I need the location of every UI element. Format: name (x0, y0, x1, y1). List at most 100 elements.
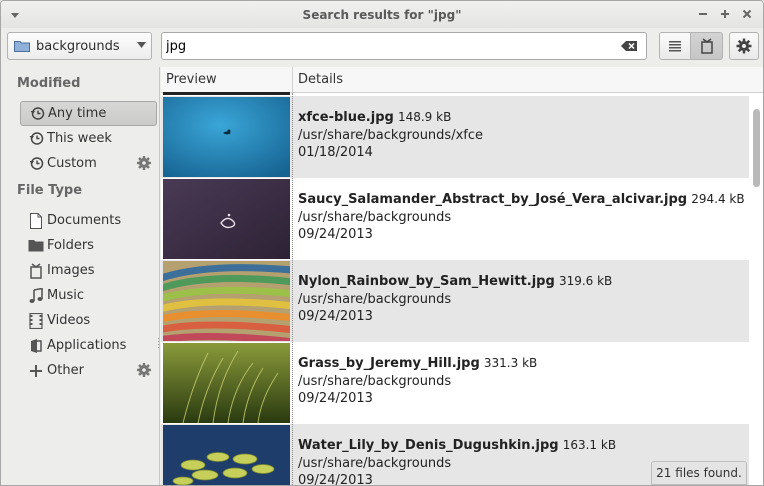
column-separator (292, 93, 293, 485)
search-input[interactable] (166, 38, 618, 54)
list-view-icon (669, 41, 681, 52)
file-date: 09/24/2013 (298, 309, 373, 324)
filter-label: Documents (47, 213, 122, 228)
filter-music[interactable]: Music (20, 283, 157, 308)
filter-this-week[interactable]: This week (20, 126, 157, 151)
preview-thumbnail (163, 343, 290, 423)
result-row[interactable]: Nylon_Rainbow_by_Sam_Hewitt.jpg 319.6 kB… (161, 260, 749, 342)
file-name: Nylon_Rainbow_by_Sam_Hewitt.jpg (298, 274, 555, 289)
history-icon (28, 156, 44, 172)
filter-other[interactable]: Other (20, 358, 157, 383)
file-name: xfce-blue.jpg (298, 110, 394, 125)
result-details: Water_Lily_by_Denis_Dugushkin.jpg 163.1 … (298, 437, 617, 486)
results-list[interactable]: Preview Details xfce-blue.jpg 148.9 kB /… (161, 67, 763, 486)
file-path: /usr/share/backgrounds (298, 291, 452, 307)
video-icon (28, 312, 44, 329)
result-row[interactable]: Grass_by_Jeremy_Hill.jpg 331.3 kB /usr/s… (161, 342, 749, 424)
chevron-down-icon (131, 41, 151, 51)
file-name: Grass_by_Jeremy_Hill.jpg (298, 356, 480, 371)
thumbnail-view-icon (700, 38, 713, 54)
image-icon (28, 262, 44, 279)
window-title: Search results for "jpg" (302, 7, 462, 22)
file-date: 09/24/2013 (298, 391, 373, 406)
filter-custom[interactable]: Custom (20, 151, 157, 176)
filter-label: Images (47, 263, 95, 278)
modified-section-title: Modified (17, 76, 81, 91)
preview-thumbnail (163, 97, 290, 177)
result-row[interactable]: Saucy_Salamander_Abstract_by_José_Vera_a… (161, 178, 749, 260)
filter-videos[interactable]: Videos (20, 308, 157, 333)
file-path: /usr/share/backgrounds (298, 455, 452, 471)
filter-label: Folders (47, 238, 94, 253)
filter-label: Videos (47, 313, 91, 328)
filter-label: This week (47, 131, 112, 146)
thumbnail-view-button[interactable] (691, 32, 723, 60)
filter-documents[interactable]: Documents (20, 208, 157, 233)
filter-any-time[interactable]: Any time (20, 101, 157, 126)
file-size: 163.1 kB (562, 438, 617, 452)
history-icon (29, 106, 45, 122)
maximize-icon[interactable] (717, 4, 733, 24)
filter-folders[interactable]: Folders (20, 233, 157, 258)
file-path: /usr/share/backgrounds/xfce (298, 127, 483, 143)
file-size: 331.3 kB (483, 356, 538, 370)
filter-label: Music (47, 288, 84, 303)
close-icon[interactable] (739, 4, 755, 24)
result-details: Grass_by_Jeremy_Hill.jpg 331.3 kB /usr/s… (298, 355, 537, 408)
results-header: Preview Details (161, 67, 763, 93)
filetype-section-title: File Type (17, 183, 83, 198)
file-date: 09/24/2013 (298, 473, 373, 486)
result-row[interactable]: xfce-blue.jpg 148.9 kB /usr/share/backgr… (161, 96, 749, 178)
location-dropdown[interactable]: backgrounds (7, 32, 152, 60)
file-path: /usr/share/backgrounds (298, 373, 452, 389)
plus-icon (28, 363, 44, 379)
file-path: /usr/share/backgrounds (298, 209, 452, 225)
search-window: Search results for "jpg" backgrounds jpg… (0, 0, 764, 486)
folder-icon (14, 40, 30, 52)
list-view-button[interactable] (659, 32, 691, 60)
preview-thumbnail (163, 425, 290, 485)
file-size: 319.6 kB (558, 274, 613, 288)
drop-indicator (163, 92, 290, 95)
file-name: Water_Lily_by_Denis_Dugushkin.jpg (298, 438, 559, 453)
gear-icon (736, 38, 752, 54)
file-size: 148.9 kB (397, 110, 452, 124)
toolbar: backgrounds (1, 28, 763, 66)
view-mode-toggle (659, 32, 723, 60)
filter-label: Custom (47, 156, 97, 171)
file-date: 01/18/2014 (298, 145, 373, 160)
location-label: backgrounds (36, 38, 120, 54)
folder-icon (28, 238, 44, 254)
clear-search-icon[interactable] (618, 38, 640, 54)
preview-thumbnail (163, 179, 290, 259)
filter-applications[interactable]: Applications (20, 333, 157, 358)
filter-label: Any time (48, 106, 107, 121)
document-icon (28, 212, 44, 229)
search-field[interactable] (161, 32, 647, 60)
filter-label: Applications (47, 338, 127, 353)
result-details: Nylon_Rainbow_by_Sam_Hewitt.jpg 319.6 kB… (298, 273, 612, 326)
scrollbar-thumb[interactable] (753, 109, 760, 187)
preferences-button[interactable] (729, 32, 759, 60)
filter-label: Other (47, 363, 84, 378)
sidebar-resize-handle[interactable] (157, 337, 160, 349)
file-size: 294.4 kB (691, 192, 745, 206)
titlebar[interactable]: Search results for "jpg" (1, 1, 763, 28)
custom-date-gear-icon[interactable] (136, 155, 152, 171)
status-label: 21 files found. (651, 461, 747, 485)
filter-sidebar: Modified Any time This week Custom File … (1, 67, 160, 485)
result-details: Saucy_Salamander_Abstract_by_José_Vera_a… (298, 191, 745, 244)
application-icon (28, 338, 44, 354)
other-filetype-gear-icon[interactable] (136, 362, 152, 378)
preview-thumbnail (163, 261, 290, 341)
file-date: 09/24/2013 (298, 227, 373, 242)
filter-images[interactable]: Images (20, 258, 157, 283)
music-icon (28, 287, 44, 304)
history-icon (28, 131, 44, 147)
window-menu-icon[interactable] (8, 8, 22, 22)
minimize-icon[interactable] (695, 4, 711, 24)
column-header-preview[interactable]: Preview (161, 67, 293, 93)
file-name: Saucy_Salamander_Abstract_by_José_Vera_a… (298, 192, 688, 207)
column-header-details[interactable]: Details (293, 67, 751, 93)
result-details: xfce-blue.jpg 148.9 kB /usr/share/backgr… (298, 109, 483, 162)
